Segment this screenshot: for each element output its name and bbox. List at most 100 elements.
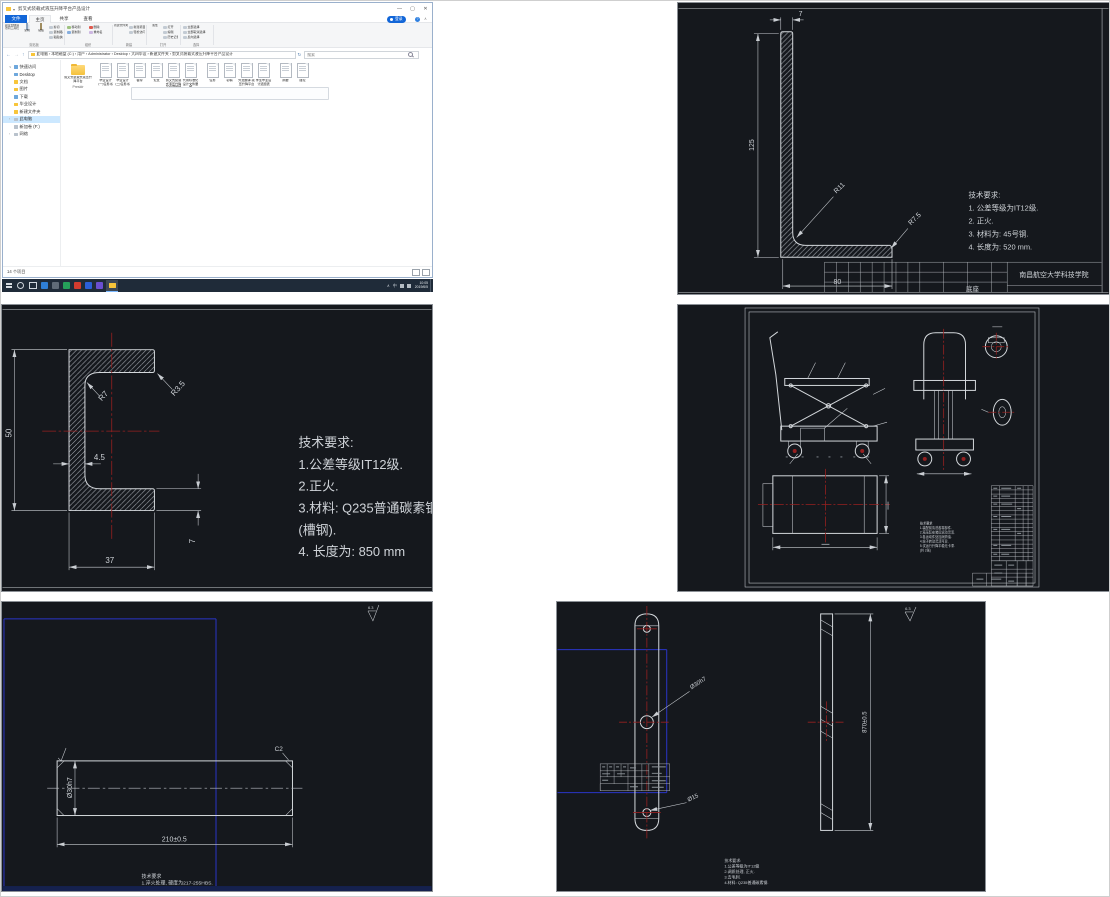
dim-inner-radius: R7 [97,389,111,403]
start-button[interactable] [6,283,12,289]
volume-icon[interactable] [400,284,404,288]
dim-arm-length: 870±0.5 [862,711,868,733]
sidebar-item-folder[interactable]: 新建文件夹 [3,108,60,116]
copy-button[interactable]: 复制 [20,24,34,40]
search-input[interactable] [305,53,407,57]
file-item[interactable]: 答辩 [131,63,148,83]
taskbar-app[interactable] [85,282,92,289]
paste-shortcut-button[interactable]: 粘贴快捷方式 [49,35,63,40]
sign-in-button[interactable]: 登录 [387,16,406,23]
document-icon [185,63,197,78]
svg-text:2.调质处理, 正火.: 2.调质处理, 正火. [724,869,754,874]
delete-button[interactable]: 删除 [89,25,109,30]
account-icon [390,18,393,21]
file-item[interactable]: 代用标准化设计文件要求 [182,63,199,90]
up-icon[interactable]: ↑ [22,52,25,58]
file-item[interactable]: 摘要 [277,63,294,83]
select-none-icon [183,31,187,35]
file-menu[interactable]: 文件 [5,15,27,23]
file-item[interactable]: 论文 [148,63,165,83]
file-item[interactable]: 任务 [204,63,221,83]
maximize-button[interactable]: ▢ [406,3,419,15]
sidebar-item-downloads[interactable]: 下载 [3,93,60,101]
move-to-button[interactable]: 移动到 [67,25,87,30]
select-all-button[interactable]: 全部选择 [183,25,207,30]
group-label-select: 选择 [181,42,211,47]
network-icon[interactable] [407,284,411,288]
edit-icon [163,31,167,35]
list-view-icon[interactable] [412,269,420,276]
easy-access-button[interactable]: 轻松访问 [129,30,145,35]
file-item[interactable]: 毕业设计(一)任务书 [97,63,114,86]
copy-path-button[interactable]: 复制路径 [49,30,63,35]
downloads-icon [14,95,18,99]
table-text-marks [976,488,1021,581]
task-view-icon[interactable] [29,282,37,289]
folder-item[interactable]: 剪叉式装载式液压升降平台 Presldr [63,63,93,89]
tray-chevron-icon[interactable]: ∧ [387,283,390,288]
dim-width: 80 [834,279,842,286]
sidebar-item-documents[interactable]: 文档 [3,78,60,86]
tab-view[interactable]: 查看 [77,15,99,23]
arm-front-view: Ø30h7 Ø15 [619,606,708,840]
invert-selection-button[interactable]: 反向选择 [183,35,207,40]
file-item[interactable]: 绪论 [294,63,311,83]
taskbar-app[interactable] [74,282,81,289]
taskbar-app[interactable] [96,282,103,289]
tab-home[interactable]: 主页 [29,15,51,23]
parts-list-table [972,486,1033,586]
file-item[interactable]: 学生毕业设计选题表 [255,63,272,86]
ribbon-tabs: 文件 主页 共享 查看 登录 ? ∧ [3,15,432,23]
close-button[interactable]: ✕ [419,3,432,15]
file-item[interactable]: 剪叉式装载式液压升降平台开题报告 [165,63,182,90]
help-icon[interactable]: ? [415,17,420,22]
sidebar-drive-f[interactable]: 新加卷 (F:) [3,123,60,131]
taskbar-app[interactable] [52,282,59,289]
edit-button[interactable]: 编辑 [163,30,178,35]
dim-height: 125 [749,139,756,151]
sidebar-item-pictures[interactable]: 图片 [3,86,60,94]
taskbar-app[interactable] [63,282,70,289]
taskbar-file-explorer-active[interactable] [106,280,118,292]
navigation-pane: ∨快速访问 Desktop 文档 图片 下载 毕业设计 新建文件夹 ›此电脑 新… [3,60,61,266]
open-button[interactable]: 打开 [163,25,178,30]
new-folder-button[interactable]: 新建文件夹 [114,24,128,40]
sidebar-quick-access[interactable]: ∨快速访问 [3,63,60,71]
file-item[interactable]: 毕业设计(二)任务书 [114,63,131,86]
sidebar-network[interactable]: ›网络 [3,131,60,139]
sidebar-this-pc[interactable]: ›此电脑 [3,116,60,124]
properties-button[interactable]: 属性 [148,24,162,40]
document-icon [280,63,292,78]
forward-icon[interactable]: → [14,52,19,58]
cut-button[interactable]: 剪切 [49,25,63,30]
show-desktop-button[interactable] [430,279,433,292]
pin-to-quick-access-button[interactable]: 固定到快速访问工具栏 [5,24,19,40]
sidebar-item-desktop[interactable]: Desktop [3,71,60,79]
rename-button[interactable]: 重命名 [89,30,109,35]
quick-access-toolbar-icon[interactable]: ▾ [13,7,15,12]
breadcrumb[interactable]: 此电脑 › 本地磁盘 (C:) › 用户 › Administrator › D… [28,51,296,59]
top-view-platform [758,469,890,550]
file-item[interactable]: 外文翻译-液压升降平台 [238,63,255,86]
input-method-indicator[interactable]: 中 [393,283,397,289]
new-item-button[interactable]: 新建项目 [129,25,145,30]
history-button[interactable]: 历史记录 [163,35,178,40]
rename-field[interactable]: Presldr [63,85,93,89]
collapse-ribbon-icon[interactable]: ∧ [424,16,427,21]
cortana-search-icon[interactable] [17,282,24,289]
search-box[interactable] [304,51,419,59]
tab-share[interactable]: 共享 [53,15,75,23]
viewport-frame-blue [557,650,666,793]
thumbnail-view-icon[interactable] [422,269,430,276]
back-icon[interactable]: ← [6,52,11,58]
sidebar-item-folder[interactable]: 毕业设计 [3,101,60,109]
taskbar-app-edge[interactable] [41,282,48,289]
taskbar-clock[interactable]: 10:05 2019/6/5 [415,282,428,290]
file-item[interactable]: 初稿 [221,63,238,83]
copy-to-button[interactable]: 复制到 [67,30,87,35]
minimize-button[interactable]: — [393,3,406,15]
select-none-button[interactable]: 全部取消选择 [183,30,207,35]
paste-button[interactable]: 粘贴 [34,24,48,40]
folder-icon [31,53,35,57]
refresh-icon[interactable]: ↻ [298,52,302,58]
